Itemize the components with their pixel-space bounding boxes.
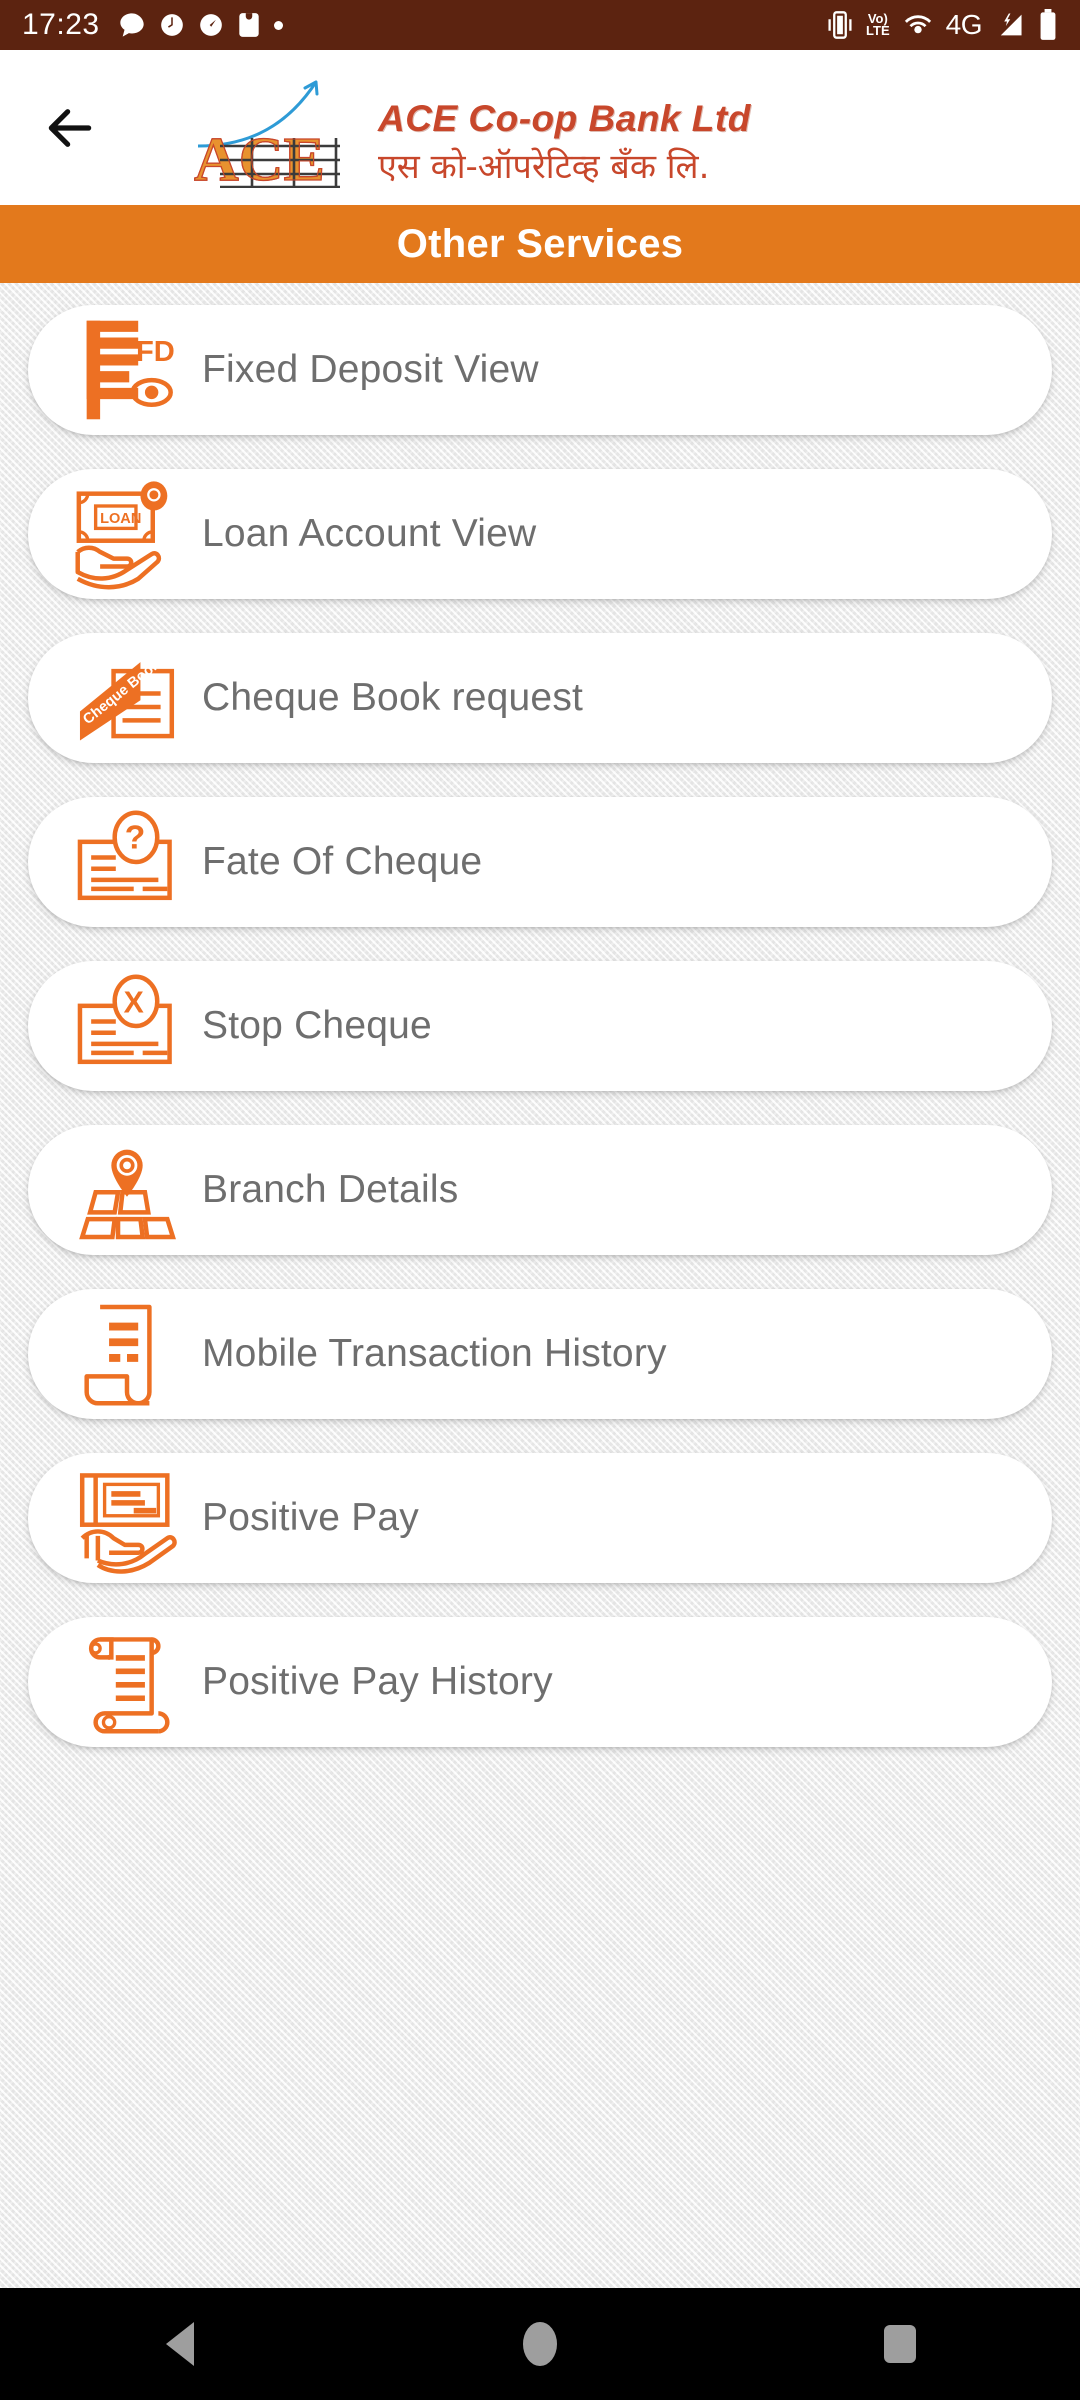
arrow-left-icon bbox=[48, 108, 92, 147]
service-item-loan-account-view[interactable]: LOAN Loan Account View bbox=[28, 469, 1052, 599]
service-label: Loan Account View bbox=[202, 512, 537, 555]
services-scroll-area[interactable]: FD Fixed Deposit View LOAN Loan Account … bbox=[0, 283, 1080, 2288]
signal-icon bbox=[1000, 13, 1022, 36]
fixed-deposit-document-icon: FD bbox=[52, 305, 202, 435]
cheque-book-icon: Cheque Book bbox=[52, 633, 202, 763]
cheque-in-hand-icon bbox=[52, 1453, 202, 1583]
service-label: Cheque Book request bbox=[202, 676, 584, 719]
service-label: Branch Details bbox=[202, 1168, 459, 1211]
cheque-cross-mark-icon: X bbox=[52, 961, 202, 1091]
service-label: Mobile Transaction History bbox=[202, 1332, 667, 1375]
service-label: Positive Pay History bbox=[202, 1660, 553, 1703]
nav-home-button[interactable] bbox=[470, 2288, 610, 2400]
service-label: Fixed Deposit View bbox=[202, 348, 539, 391]
triangle-back-icon bbox=[166, 2322, 194, 2366]
speedometer-icon bbox=[199, 14, 222, 36]
service-item-fixed-deposit-view[interactable]: FD Fixed Deposit View bbox=[28, 305, 1052, 435]
vibrate-icon bbox=[828, 11, 852, 39]
service-label: Fate Of Cheque bbox=[202, 840, 483, 883]
svg-text:X: X bbox=[124, 987, 144, 1020]
volte-icon: Vo) LTE bbox=[866, 11, 890, 38]
service-item-fate-of-cheque[interactable]: ? Fate Of Cheque bbox=[28, 797, 1052, 927]
bank-name-block: ACE Co-op Bank Ltd एस को-ऑपरेटिव्ह बँक ल… bbox=[378, 98, 751, 188]
scroll-document-icon bbox=[52, 1617, 202, 1747]
receipt-scroll-icon bbox=[52, 1289, 202, 1419]
svg-text:?: ? bbox=[125, 820, 146, 857]
loan-note-in-hand-icon: LOAN bbox=[52, 469, 202, 599]
status-bar-system-icons: Vo) LTE 4G bbox=[827, 9, 1058, 41]
status-bar-clock: 17:23 bbox=[22, 8, 100, 41]
square-recents-icon bbox=[884, 2325, 916, 2363]
shopping-bag-icon bbox=[238, 13, 259, 37]
nav-back-button[interactable] bbox=[110, 2288, 250, 2400]
back-navigation-button[interactable] bbox=[22, 80, 118, 176]
volte-bottom-text: LTE bbox=[866, 23, 890, 38]
service-item-branch-details[interactable]: Branch Details bbox=[28, 1125, 1052, 1255]
hotspot-icon bbox=[904, 15, 931, 34]
bank-name-hindi: एस को-ऑपरेटिव्ह बँक लि. bbox=[378, 146, 710, 187]
dot-icon bbox=[273, 20, 283, 30]
android-navigation-bar bbox=[0, 2288, 1080, 2400]
chat-bubble-icon bbox=[119, 13, 144, 37]
svg-text:ACE: ACE bbox=[194, 126, 325, 188]
page-title: Other Services bbox=[396, 221, 684, 266]
ace-monogram-with-growth-curve: ACE ACE bbox=[193, 80, 340, 194]
status-bar-notification-icons bbox=[118, 11, 283, 39]
app-header: ACE ACE ACE Co-op Bank Ltd एस को-ऑपरेटिव… bbox=[0, 50, 1080, 205]
service-item-cheque-book-request[interactable]: Cheque Book Cheque Book request bbox=[28, 633, 1052, 763]
service-item-mobile-transaction-history[interactable]: Mobile Transaction History bbox=[28, 1289, 1052, 1419]
svg-text:LOAN: LOAN bbox=[100, 511, 141, 527]
nav-recents-button[interactable] bbox=[830, 2288, 970, 2400]
service-item-positive-pay[interactable]: Positive Pay bbox=[28, 1453, 1052, 1583]
bank-logo: ACE ACE ACE Co-op Bank Ltd एस को-ऑपरेटिव… bbox=[190, 68, 751, 194]
service-label: Positive Pay bbox=[202, 1496, 419, 1539]
clock-icon bbox=[160, 14, 183, 36]
cheque-question-mark-icon: ? bbox=[52, 797, 202, 927]
map-location-pin-icon bbox=[52, 1125, 202, 1255]
circle-home-icon bbox=[523, 2322, 557, 2366]
service-item-positive-pay-history[interactable]: Positive Pay History bbox=[28, 1617, 1052, 1747]
bank-name-english: ACE Co-op Bank Ltd bbox=[378, 97, 751, 139]
service-item-stop-cheque[interactable]: X Stop Cheque bbox=[28, 961, 1052, 1091]
battery-icon bbox=[1040, 9, 1056, 40]
service-label: Stop Cheque bbox=[202, 1004, 432, 1047]
network-type-label: 4G bbox=[945, 9, 983, 40]
screen-title-bar: Other Services bbox=[0, 205, 1080, 283]
ace-logo-mark: ACE ACE bbox=[190, 68, 370, 194]
status-bar: 17:23 Vo) LTE 4G bbox=[0, 0, 1080, 50]
svg-text:FD: FD bbox=[136, 336, 175, 368]
